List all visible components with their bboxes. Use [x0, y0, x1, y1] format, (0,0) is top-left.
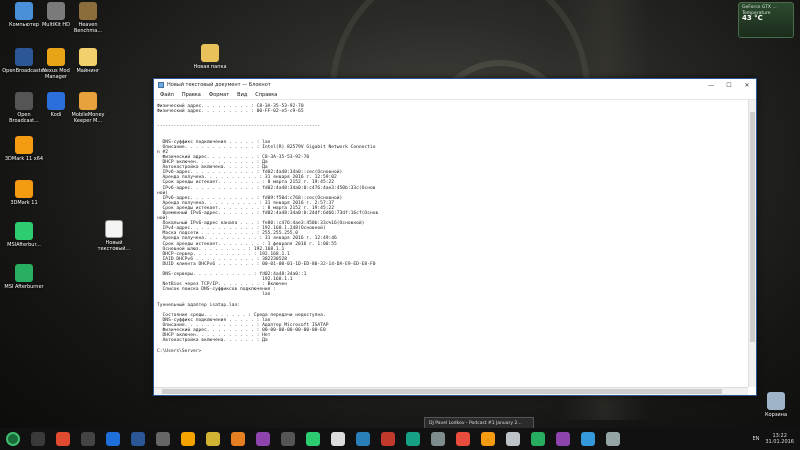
clock[interactable]: 13:22 31.01.2016 [765, 433, 794, 445]
desktop-icon-label: Майнинг [76, 68, 100, 74]
horizontal-scroll-thumb[interactable] [162, 389, 722, 394]
minimize-button[interactable]: — [702, 79, 720, 91]
taskbar-app-icon[interactable] [330, 432, 345, 446]
close-button[interactable]: ✕ [738, 79, 756, 91]
clock-date: 31.01.2016 [765, 439, 794, 445]
taskbar-app-icon[interactable] [505, 432, 520, 446]
app-icon [79, 48, 97, 66]
desktop-icon-label: MobileMoney Keeper M... [71, 112, 105, 124]
vertical-scrollbar[interactable] [748, 100, 756, 387]
app-icon [47, 92, 65, 110]
desktop-icon[interactable]: MSI Afterburner [2, 264, 46, 290]
gadget-value: 43 °C [742, 14, 763, 22]
desktop-icon-label: MSIAfterbur... [7, 242, 41, 248]
gpu-temperature-gadget[interactable]: GeForce GTX ... Temperature 43 °C [738, 2, 794, 38]
menu-file[interactable]: Файл [156, 92, 178, 98]
app-icon [15, 222, 33, 240]
system-tray: EN 13:22 31.01.2016 [752, 428, 794, 450]
desktop-icon[interactable]: 3DMark 11 [2, 180, 46, 206]
taskbar-app-icon[interactable] [55, 432, 70, 446]
menu-edit[interactable]: Правка [178, 92, 205, 98]
app-icon [47, 2, 65, 20]
taskbar: EN 13:22 31.01.2016 [0, 428, 800, 450]
taskbar-app-icon[interactable] [105, 432, 120, 446]
taskbar-app-icon[interactable] [30, 432, 45, 446]
taskbar-app-icon[interactable] [480, 432, 495, 446]
taskbar-app-icon[interactable] [430, 432, 445, 446]
notepad-app-icon [158, 82, 164, 88]
start-button[interactable] [5, 432, 20, 446]
menu-view[interactable]: Вид [233, 92, 251, 98]
app-icon [15, 180, 33, 198]
folder-label: Новая папка [193, 64, 227, 70]
taskbar-app-icon[interactable] [555, 432, 570, 446]
maximize-button[interactable]: ☐ [720, 79, 738, 91]
desktop-icon-label: MSI Afterburner [4, 284, 44, 290]
language-indicator[interactable]: EN [752, 436, 759, 442]
folder-icon [201, 44, 219, 62]
app-icon [79, 92, 97, 110]
vertical-scroll-thumb[interactable] [750, 112, 755, 342]
app-icon [15, 92, 33, 110]
taskbar-app-icon[interactable] [230, 432, 245, 446]
notepad-window[interactable]: Новый текстовый документ — Блокнот — ☐ ✕… [153, 78, 757, 396]
taskbar-app-icon[interactable] [280, 432, 295, 446]
app-icon [15, 264, 33, 282]
recycle-bin-label: Корзина [764, 412, 788, 418]
desktop-icon[interactable]: Heaven Benchma... [66, 2, 110, 34]
horizontal-scrollbar[interactable] [154, 387, 748, 395]
text-editor-area[interactable]: Физический адрес. . . . . . . . . : C8-3… [154, 100, 748, 387]
taskbar-app-icon[interactable] [255, 432, 270, 446]
desktop-icon[interactable]: MSIAfterbur... [2, 222, 46, 248]
taskbar-app-icon[interactable] [355, 432, 370, 446]
app-icon [79, 2, 97, 20]
taskbar-app-icon[interactable] [455, 432, 470, 446]
taskbar-app-icon[interactable] [580, 432, 595, 446]
app-icon [15, 136, 33, 154]
app-icon [15, 2, 33, 20]
taskbar-app-icon[interactable] [130, 432, 145, 446]
taskbar-app-icon[interactable] [405, 432, 420, 446]
desktop-icon-label: 3DMark 11 [10, 200, 38, 206]
taskbar-app-icon[interactable] [80, 432, 95, 446]
taskbar-app-icon[interactable] [605, 432, 620, 446]
desktop-icon[interactable]: MobileMoney Keeper M... [66, 92, 110, 124]
menu-format[interactable]: Формат [205, 92, 233, 98]
text-file-icon [105, 220, 123, 238]
document-text: Физический адрес. . . . . . . . . : C8-3… [157, 104, 379, 354]
desktop-icon-label: Heaven Benchma... [73, 22, 103, 34]
taskbar-app-icon[interactable] [205, 432, 220, 446]
taskbar-app-icon[interactable] [380, 432, 395, 446]
menu-bar: Файл Правка Формат Вид Справка [154, 91, 756, 100]
menu-help[interactable]: Справка [251, 92, 281, 98]
desktop-recycle-bin[interactable]: Корзина [754, 392, 798, 418]
text-file-label: Новый текстовый... [97, 240, 131, 252]
app-icon [15, 48, 33, 66]
desktop-icon-label: 3DMark 11 x64 [4, 156, 44, 162]
window-titlebar[interactable]: Новый текстовый документ — Блокнот — ☐ ✕ [154, 79, 756, 91]
desktop-icon[interactable]: 3DMark 11 x64 [2, 136, 46, 162]
taskbar-preview-title: DJ Pavel Lodkov - Podcast #1 January 2..… [429, 420, 522, 426]
taskbar-app-icon[interactable] [530, 432, 545, 446]
taskbar-apps [25, 432, 625, 446]
recycle-bin-icon [767, 392, 785, 410]
app-icon [47, 48, 65, 66]
desktop-icon[interactable]: Майнинг [66, 48, 110, 74]
taskbar-app-icon[interactable] [180, 432, 195, 446]
taskbar-app-icon[interactable] [305, 432, 320, 446]
desktop-folder[interactable]: Новая папка [188, 44, 232, 70]
window-title: Новый текстовый документ — Блокнот [167, 82, 271, 88]
desktop-text-file[interactable]: Новый текстовый... [92, 220, 136, 252]
taskbar-app-icon[interactable] [155, 432, 170, 446]
